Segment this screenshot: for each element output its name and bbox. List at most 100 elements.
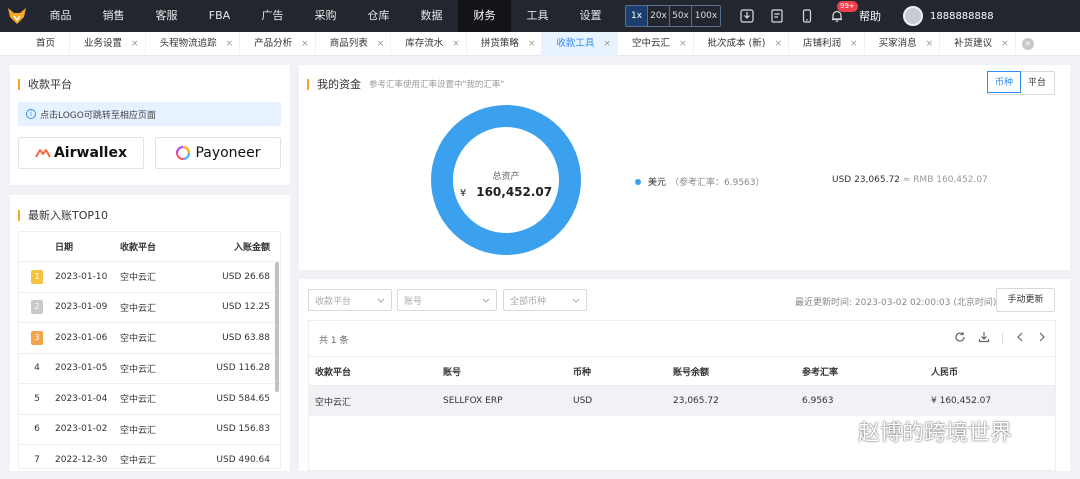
close-icon[interactable]: ×: [301, 32, 309, 56]
nav-item[interactable]: 销售: [87, 0, 140, 32]
tab-label: 头程物流追踪: [159, 37, 217, 49]
close-icon[interactable]: ×: [131, 32, 139, 56]
close-icon[interactable]: ×: [774, 32, 782, 56]
nav-item[interactable]: 客服: [140, 0, 193, 32]
accounts-table: 共 1 条 收款平台 账号 币种 账号余额 参考汇率 人民币 空中云汇 SELLFOX ER…: [308, 320, 1056, 471]
zoom-option[interactable]: 100x: [692, 6, 720, 26]
legend-dot: [635, 178, 641, 185]
tab-label: 库存流水: [405, 37, 444, 49]
rank-medal-icon: 3: [31, 330, 43, 345]
platform-panel-title: 收款平台: [18, 76, 72, 92]
toggle-platform[interactable]: 平台: [1020, 72, 1054, 94]
rank-number: 7: [34, 454, 40, 465]
table-row[interactable]: 1 2023-01-10 空中云汇 USD 26.68: [19, 262, 280, 293]
top10-scrollbar[interactable]: [275, 262, 279, 392]
close-icon[interactable]: ×: [226, 32, 234, 56]
nav-item[interactable]: 广告: [246, 0, 299, 32]
rank-number: 4: [34, 363, 40, 374]
download-icon[interactable]: [739, 8, 755, 24]
cell-date: 2023-01-04: [55, 393, 108, 404]
toggle-currency[interactable]: 币种: [987, 71, 1021, 93]
close-icon[interactable]: ×: [528, 32, 536, 56]
watermark: 赵博的跨境世界: [822, 415, 1012, 447]
task-icon[interactable]: [769, 8, 785, 24]
cell-amount: USD 156.83: [216, 424, 270, 435]
close-icon[interactable]: ×: [926, 32, 934, 56]
nav-item[interactable]: 数据: [405, 0, 458, 32]
close-all-tabs-icon[interactable]: ×: [1021, 37, 1034, 50]
tab[interactable]: 业务设置 ×: [70, 31, 146, 56]
platform-filter-select[interactable]: 收款平台: [308, 289, 392, 311]
tab-label: 拼货策略: [480, 37, 519, 49]
close-icon[interactable]: ×: [603, 32, 611, 56]
table-row[interactable]: 空中云汇 SELLFOX ERP USD 23,065.72 6.9563 ¥ 160,4…: [309, 386, 1055, 416]
account-filter-select[interactable]: 账号: [397, 289, 497, 311]
top-navbar: 商品 销售 客服 FBA 广告 采购 仓库 数据 财务 工具 设置 1x 20x 50x 100x 99+…: [0, 0, 1080, 32]
help-link[interactable]: 帮助: [859, 8, 881, 24]
table-row[interactable]: 6 2023-01-02 空中云汇 USD 156.83: [19, 415, 280, 445]
table-row[interactable]: 4 2023-01-05 空中云汇 USD 116.28: [19, 354, 280, 384]
tab[interactable]: 批次成本 (新) ×: [694, 31, 789, 56]
currency-filter-placeholder: 全部币种: [510, 296, 547, 307]
tab[interactable]: 空中云汇 ×: [618, 31, 694, 56]
close-icon[interactable]: ×: [377, 32, 385, 56]
mobile-icon[interactable]: [799, 8, 815, 24]
close-icon[interactable]: ×: [1001, 32, 1009, 56]
next-page-icon[interactable]: [1037, 331, 1047, 346]
tab-label: 收款工具: [556, 37, 595, 49]
bell-icon[interactable]: 99+: [829, 1, 858, 24]
payoneer-logo-button[interactable]: Payoneer: [155, 137, 281, 169]
table-row[interactable]: 7 2022-12-30 空中云汇 USD 490.64: [19, 445, 280, 468]
nav-item[interactable]: 设置: [564, 0, 617, 32]
close-icon[interactable]: ×: [452, 32, 460, 56]
table-cell: SELLFOX ERP: [443, 396, 503, 406]
watermark-text: 赵博的跨境世界: [858, 421, 1013, 446]
table-row[interactable]: 5 2023-01-04 空中云汇 USD 584.65: [19, 384, 280, 415]
nav-item[interactable]: FBA: [193, 0, 246, 32]
zoom-option[interactable]: 20x: [648, 6, 670, 26]
table-row[interactable]: 2 2023-01-09 空中云汇 USD 12.25: [19, 293, 280, 323]
manual-refresh-button[interactable]: 手动更新: [996, 288, 1055, 312]
nav-item[interactable]: 采购: [299, 0, 352, 32]
close-icon[interactable]: ×: [679, 32, 687, 56]
table-row[interactable]: 3 2023-01-06 空中云汇 USD 63.88: [19, 323, 280, 354]
export-icon[interactable]: [978, 331, 990, 346]
tab[interactable]: 库存流水 ×: [391, 31, 467, 56]
refresh-icon[interactable]: [954, 331, 966, 346]
column-header: 币种: [573, 367, 592, 378]
table-cell: USD: [573, 396, 593, 406]
prev-page-icon[interactable]: [1015, 331, 1025, 346]
record-count: 共 1 条: [319, 336, 349, 346]
zoom-option[interactable]: 1x: [626, 6, 648, 26]
nav-item[interactable]: 财务: [458, 0, 511, 32]
cell-date: 2023-01-10: [55, 271, 108, 282]
nav-item[interactable]: 商品: [34, 0, 87, 32]
header-amount: 入账金额: [233, 243, 270, 253]
zoom-option[interactable]: 50x: [670, 6, 692, 26]
tab-label: 空中云汇: [631, 37, 670, 49]
tab[interactable]: 头程物流追踪 ×: [146, 31, 241, 56]
avatar[interactable]: [903, 6, 923, 26]
currency-filter-select[interactable]: 全部币种: [503, 289, 587, 311]
tab[interactable]: 商品列表 ×: [316, 31, 392, 56]
tab[interactable]: 收款工具 ×: [542, 31, 618, 56]
nav-item[interactable]: 仓库: [352, 0, 405, 32]
cell-platform: 空中云汇: [120, 425, 157, 436]
funds-view-toggle: 币种 平台: [987, 71, 1055, 95]
fox-logo-icon[interactable]: [0, 0, 34, 32]
close-icon[interactable]: ×: [850, 32, 858, 56]
conversion-rmb: ≈ RMB 160,452.07: [902, 175, 988, 185]
nav-item[interactable]: 工具: [511, 0, 564, 32]
tab[interactable]: 店铺利润 ×: [789, 31, 865, 56]
tab[interactable]: 买家消息 ×: [865, 31, 941, 56]
funds-title-text: 我的资金: [317, 78, 361, 91]
tab[interactable]: 补货建议 ×: [940, 31, 1016, 56]
user-phone[interactable]: 1888888888: [930, 11, 994, 22]
tab[interactable]: 产品分析 ×: [240, 31, 316, 56]
chevron-down-icon: [572, 298, 580, 303]
airwallex-logo-button[interactable]: Airwallex: [18, 137, 144, 169]
total-assets-number: 160,452.07: [476, 185, 553, 199]
conversion-usd: USD 23,065.72: [832, 175, 900, 185]
tab[interactable]: 拼货策略 ×: [467, 31, 543, 56]
tab[interactable]: 首页: [0, 31, 71, 56]
